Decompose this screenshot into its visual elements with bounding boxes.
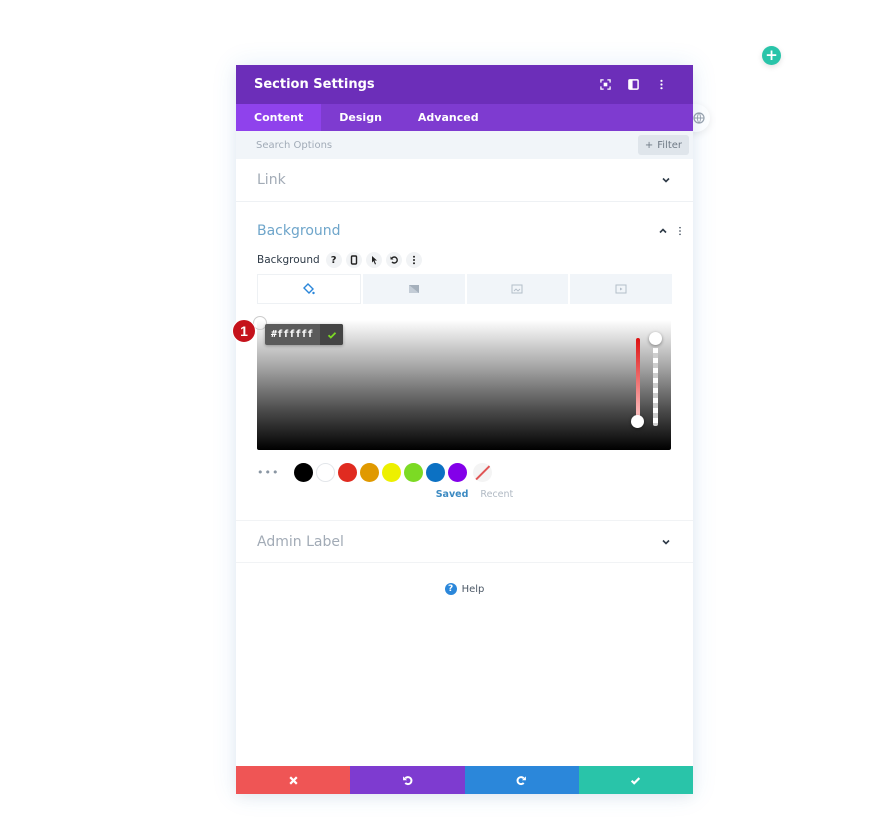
section-more-button[interactable] bbox=[675, 226, 685, 236]
bg-type-image-tab[interactable] bbox=[466, 274, 569, 304]
responsive-icon[interactable] bbox=[345, 252, 362, 268]
background-toggle-title: Background bbox=[257, 223, 341, 239]
admin-label-toggle-title: Admin Label bbox=[257, 533, 344, 550]
close-icon bbox=[289, 775, 298, 785]
palette-tab-recent[interactable]: Recent bbox=[480, 489, 513, 500]
confirm-color-button[interactable] bbox=[320, 324, 343, 345]
swatch-white[interactable] bbox=[316, 462, 335, 482]
plus-icon: + bbox=[765, 46, 778, 64]
help-label: Help bbox=[461, 583, 485, 595]
background-field-label: Background bbox=[257, 254, 320, 266]
fullscreen-button[interactable] bbox=[591, 75, 619, 95]
chevron-down-icon bbox=[662, 539, 670, 545]
sidebar-toggle-icon bbox=[627, 79, 639, 90]
search-bar: + Filter bbox=[236, 131, 693, 159]
alpha-slider[interactable] bbox=[653, 338, 658, 426]
hex-input-box: #ffffff bbox=[265, 324, 343, 345]
search-options-input[interactable] bbox=[256, 139, 638, 151]
redo-icon bbox=[516, 775, 527, 785]
link-toggle-title: Link bbox=[257, 172, 286, 188]
modal-header: Section Settings bbox=[236, 65, 693, 104]
image-icon bbox=[511, 284, 523, 294]
background-toggle: Background Background ? #ffffff ••• Save… bbox=[236, 202, 693, 500]
check-icon bbox=[631, 776, 641, 785]
swatch-purple[interactable] bbox=[448, 462, 467, 482]
tab-content[interactable]: Content bbox=[236, 104, 322, 131]
palette-tabs: Saved Recent bbox=[236, 489, 693, 500]
chevron-up-icon bbox=[659, 228, 667, 234]
hex-color-input[interactable]: #ffffff bbox=[265, 324, 320, 345]
alpha-slider-handle[interactable] bbox=[649, 332, 662, 345]
color-swatches: ••• bbox=[257, 462, 693, 482]
background-toggle-header[interactable]: Background bbox=[236, 216, 693, 246]
hue-slider-handle[interactable] bbox=[631, 415, 644, 428]
palette-tab-saved[interactable]: Saved bbox=[436, 489, 469, 500]
reset-icon[interactable] bbox=[385, 252, 402, 268]
help-icon[interactable]: ? bbox=[325, 252, 342, 268]
swatch-blue[interactable] bbox=[426, 462, 445, 482]
paint-bucket-icon bbox=[302, 283, 315, 295]
filter-label: Filter bbox=[657, 139, 682, 151]
more-icon[interactable] bbox=[405, 252, 422, 268]
more-icon bbox=[679, 226, 681, 236]
modal-title: Section Settings bbox=[254, 77, 375, 92]
background-type-tabs bbox=[257, 274, 672, 304]
link-toggle[interactable]: Link bbox=[236, 159, 693, 202]
chevron-down-icon bbox=[662, 177, 670, 183]
undo-button[interactable] bbox=[350, 766, 465, 794]
globe-icon bbox=[693, 112, 705, 124]
swatch-green[interactable] bbox=[404, 462, 423, 482]
fullscreen-icon bbox=[599, 79, 611, 90]
swatch-black[interactable] bbox=[294, 462, 313, 482]
admin-label-toggle[interactable]: Admin Label bbox=[236, 520, 693, 563]
bg-type-video-tab[interactable] bbox=[570, 274, 672, 304]
more-options-button[interactable] bbox=[647, 75, 675, 95]
annotation-step-badge: 1 bbox=[232, 319, 256, 343]
tab-advanced[interactable]: Advanced bbox=[400, 104, 497, 131]
color-picker-area[interactable]: #ffffff bbox=[253, 316, 671, 450]
undo-icon bbox=[402, 775, 413, 785]
gradient-icon bbox=[408, 285, 419, 293]
collapse-button[interactable] bbox=[655, 223, 671, 239]
more-options-icon bbox=[659, 79, 663, 90]
tab-design[interactable]: Design bbox=[321, 104, 400, 131]
swatch-red[interactable] bbox=[338, 462, 357, 482]
bg-type-color-tab[interactable] bbox=[257, 274, 361, 304]
redo-button[interactable] bbox=[464, 766, 579, 794]
help-button[interactable]: ? Help bbox=[236, 583, 693, 595]
modal-footer bbox=[236, 766, 693, 794]
bg-type-gradient-tab[interactable] bbox=[362, 274, 465, 304]
more-swatches-button[interactable]: ••• bbox=[257, 466, 279, 479]
swatch-orange[interactable] bbox=[360, 462, 379, 482]
modal-tabs: Content Design Advanced bbox=[236, 104, 693, 131]
video-icon bbox=[615, 284, 627, 294]
save-button[interactable] bbox=[578, 766, 693, 794]
hover-pointer-icon[interactable] bbox=[365, 252, 382, 268]
section-settings-modal: Section Settings Content Design Advanced… bbox=[236, 65, 693, 794]
add-section-button[interactable]: + bbox=[762, 46, 781, 65]
background-field-label-row: Background ? bbox=[236, 247, 693, 273]
hue-slider[interactable] bbox=[636, 338, 640, 422]
discard-button[interactable] bbox=[236, 766, 351, 794]
plus-icon: + bbox=[644, 139, 654, 151]
swatch-yellow[interactable] bbox=[382, 462, 401, 482]
check-icon bbox=[327, 331, 336, 339]
filter-button[interactable]: + Filter bbox=[637, 135, 689, 155]
swatch-transparent[interactable] bbox=[473, 462, 492, 482]
help-circle-icon: ? bbox=[444, 583, 457, 595]
sidebar-toggle-button[interactable] bbox=[619, 75, 647, 95]
